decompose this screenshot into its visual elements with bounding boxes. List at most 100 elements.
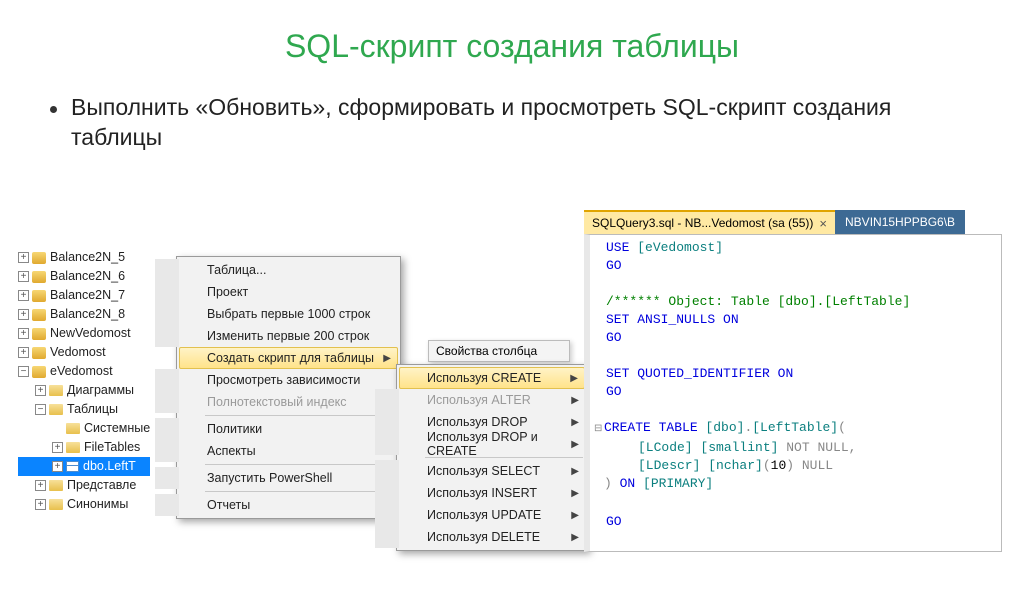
tree-item[interactable]: + Balance2N_7: [18, 286, 150, 305]
menu-item[interactable]: Выбрать первые 1000 строк: [155, 303, 398, 325]
menu-item[interactable]: Проект: [155, 281, 398, 303]
menu-item[interactable]: Отчеты▶: [155, 494, 398, 516]
folder-icon: [66, 442, 80, 453]
tree-item-label: NewVedomost: [50, 324, 131, 343]
context-menu[interactable]: Таблица...ПроектВыбрать первые 1000 стро…: [176, 256, 401, 519]
tab-inactive-label: NBVIN15HPPBG6\B: [845, 215, 955, 229]
column-properties-panel: Свойства столбца: [428, 340, 570, 362]
tree-item[interactable]: − eVedomost: [18, 362, 150, 381]
db-icon: [32, 309, 46, 321]
menu-separator: [205, 491, 396, 492]
expand-icon[interactable]: +: [35, 499, 46, 510]
menu-item[interactable]: Политики▶: [155, 418, 398, 440]
menu-separator: [205, 464, 396, 465]
menu-item-label: Используя DROP: [427, 415, 528, 429]
context-submenu[interactable]: Используя CREATE▶Используя ALTER▶Использ…: [396, 364, 588, 551]
tree-item-label: eVedomost: [50, 362, 113, 381]
menu-item-label: Используя CREATE: [427, 371, 541, 385]
tree-item-label: Представле: [67, 476, 136, 495]
tree-item[interactable]: + Balance2N_8: [18, 305, 150, 324]
tree-item-label: Таблицы: [67, 400, 118, 419]
bullet-item: Выполнить «Обновить», сформировать и про…: [50, 93, 1024, 153]
tree-item[interactable]: + Представле: [18, 476, 150, 495]
menu-item-label: Используя DELETE: [427, 530, 540, 544]
tab-active-label: SQLQuery3.sql - NB...Vedomost (sa (55)): [592, 216, 813, 230]
menu-separator: [205, 415, 396, 416]
expand-icon[interactable]: +: [18, 309, 29, 320]
folder-icon: [49, 404, 63, 415]
menu-item-label: Запустить PowerShell: [207, 471, 332, 485]
expand-icon[interactable]: +: [35, 480, 46, 491]
db-icon: [32, 271, 46, 283]
fold-icon: [594, 477, 604, 495]
tab-inactive[interactable]: NBVIN15HPPBG6\B: [835, 210, 965, 234]
menu-item[interactable]: Используя UPDATE ▶: [375, 504, 585, 526]
menu-item-label: Изменить первые 200 строк: [207, 329, 369, 343]
expand-icon[interactable]: +: [18, 328, 29, 339]
menu-item[interactable]: Используя INSERT▶: [375, 482, 585, 504]
expand-icon[interactable]: +: [18, 271, 29, 282]
db-icon: [32, 347, 46, 359]
tree-item-label: Balance2N_7: [50, 286, 125, 305]
db-icon: [32, 328, 46, 340]
tree-item[interactable]: + Vedomost: [18, 343, 150, 362]
tree-item[interactable]: Системные: [18, 419, 150, 438]
expand-icon[interactable]: +: [35, 385, 46, 396]
menu-item[interactable]: Изменить первые 200 строк: [155, 325, 398, 347]
tree-item[interactable]: + dbo.LeftT: [18, 457, 150, 476]
tree-item[interactable]: + NewVedomost: [18, 324, 150, 343]
menu-item-label: Полнотекстовый индекс: [207, 395, 347, 409]
tree-item[interactable]: + Balance2N_5: [18, 248, 150, 267]
menu-item[interactable]: Используя DELETE ▶: [375, 526, 585, 548]
menu-item-label: Аспекты: [207, 444, 256, 458]
tree-item[interactable]: +Balance2N_6: [18, 267, 150, 286]
submenu-arrow-icon: ▶: [571, 417, 579, 428]
bullet-dot-icon: [50, 106, 57, 113]
submenu-arrow-icon: ▶: [570, 373, 578, 384]
tree-item-label: Balance2N_8: [50, 305, 125, 324]
submenu-arrow-icon: ▶: [571, 532, 579, 543]
expand-icon[interactable]: −: [35, 404, 46, 415]
sql-editor: SQLQuery3.sql - NB...Vedomost (sa (55)) …: [584, 210, 1002, 552]
menu-item[interactable]: Создать скрипт для таблицы▶: [179, 347, 398, 369]
tree-item-label: Vedomost: [50, 343, 106, 362]
menu-item[interactable]: Просмотреть зависимости: [155, 369, 398, 391]
tree-item-label: FileTables: [84, 438, 140, 457]
expand-icon[interactable]: +: [52, 442, 63, 453]
tree-item-label: Balance2N_5: [50, 248, 125, 267]
tree-item-label: Системные: [84, 419, 150, 438]
code-area[interactable]: USE [eVedomost] GO /****** Object: Table…: [584, 234, 1002, 552]
menu-item[interactable]: Используя SELECT▶: [375, 460, 585, 482]
expand-icon[interactable]: +: [18, 290, 29, 301]
db-icon: [32, 290, 46, 302]
expand-icon[interactable]: +: [18, 347, 29, 358]
submenu-arrow-icon: ▶: [571, 510, 579, 521]
menu-item[interactable]: Таблица...: [155, 259, 398, 281]
close-icon[interactable]: ×: [819, 216, 827, 231]
menu-item: Используя ALTER▶: [375, 389, 585, 411]
expand-icon[interactable]: +: [18, 252, 29, 263]
submenu-arrow-icon: ▶: [571, 439, 579, 450]
expand-icon[interactable]: −: [18, 366, 29, 377]
expand-icon[interactable]: +: [52, 461, 63, 472]
object-explorer-tree[interactable]: +Balance2N_5+Balance2N_6+Balance2N_7+Bal…: [18, 248, 150, 514]
folder-icon: [66, 423, 80, 434]
tree-item[interactable]: − Таблицы: [18, 400, 150, 419]
submenu-arrow-icon: ▶: [383, 353, 391, 364]
menu-item-label: Используя SELECT: [427, 464, 540, 478]
menu-item[interactable]: Запустить PowerShell: [155, 467, 398, 489]
menu-item: Полнотекстовый индекс▶: [155, 391, 398, 413]
menu-item-label: Используя UPDATE: [427, 508, 541, 522]
bullet-text: Выполнить «Обновить», сформировать и про…: [71, 93, 911, 153]
menu-item[interactable]: Используя CREATE ▶: [399, 367, 585, 389]
tab-active[interactable]: SQLQuery3.sql - NB...Vedomost (sa (55)) …: [584, 210, 835, 234]
tree-item[interactable]: + FileTables: [18, 438, 150, 457]
menu-item[interactable]: Аспекты: [155, 440, 398, 462]
tree-item[interactable]: +Диаграммы: [18, 381, 150, 400]
tree-item[interactable]: +Синонимы: [18, 495, 150, 514]
fold-icon[interactable]: ⊟: [594, 421, 604, 439]
folder-icon: [49, 480, 63, 491]
tree-item-label: dbo.LeftT: [83, 457, 136, 476]
menu-item[interactable]: Используя DROP и CREATE▶: [375, 433, 585, 455]
folder-icon: [49, 385, 63, 396]
